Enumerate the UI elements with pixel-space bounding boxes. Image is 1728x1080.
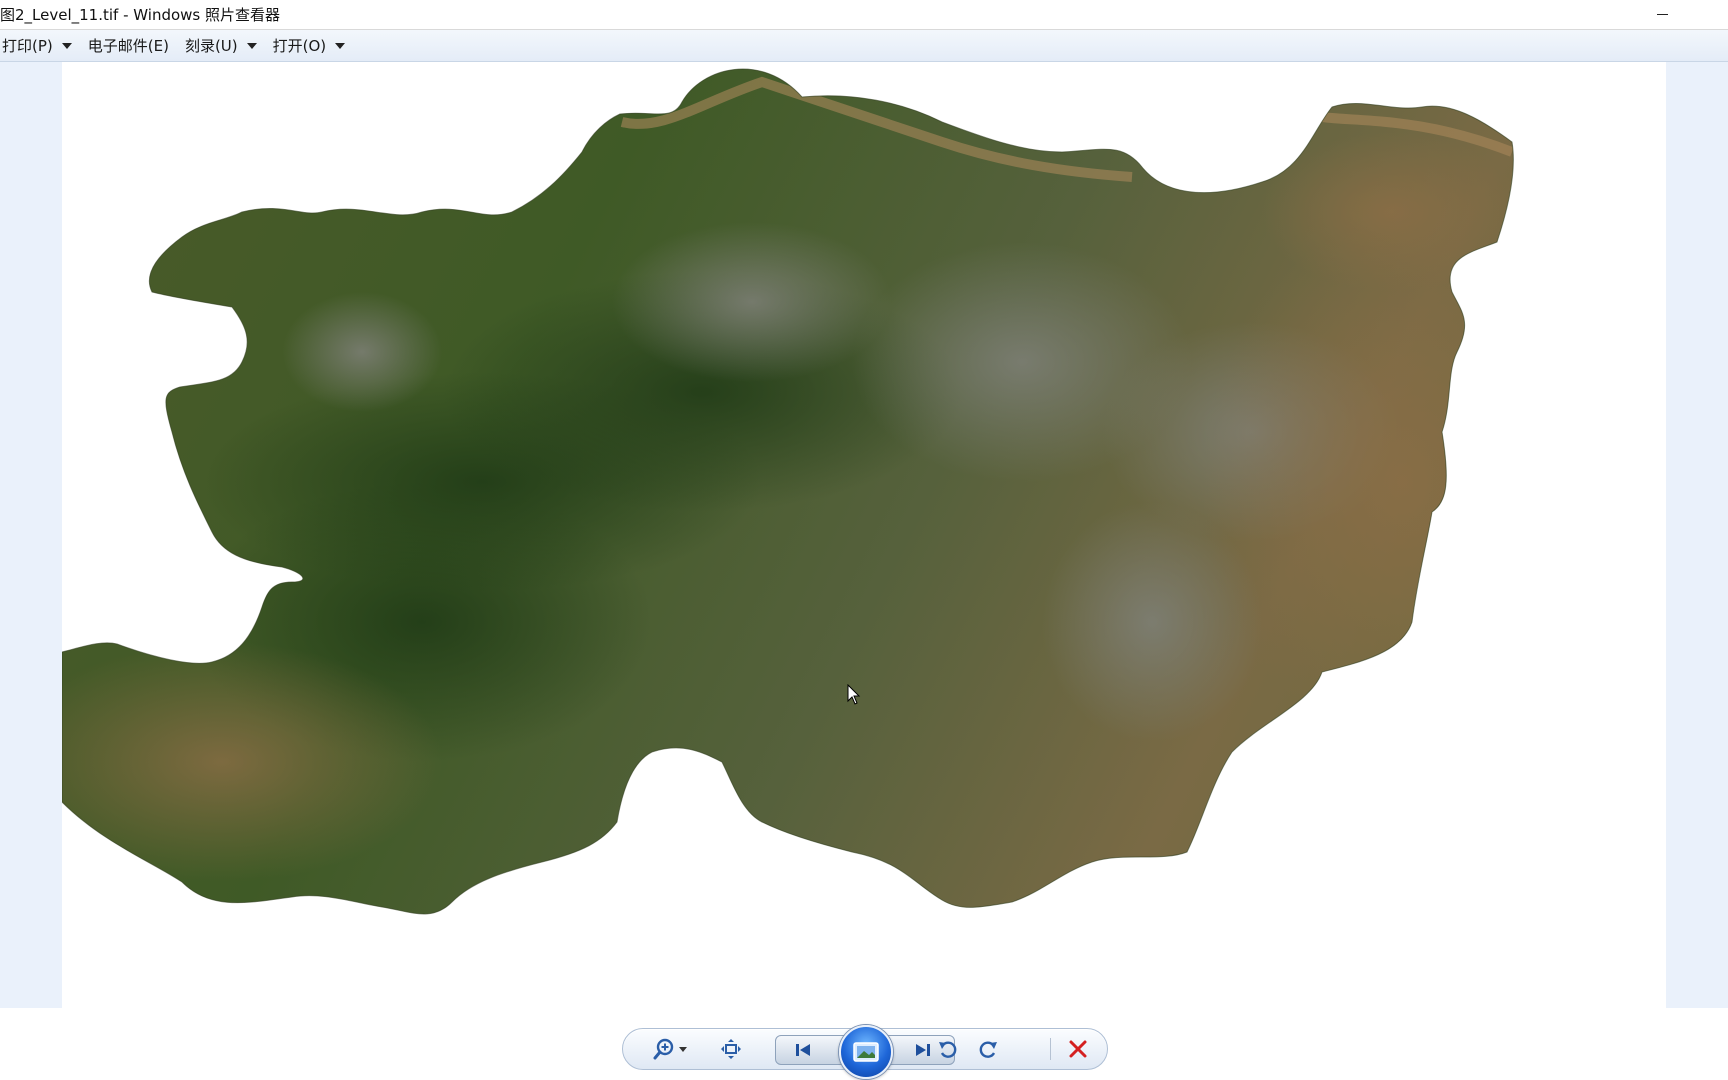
print-menu[interactable]: 打印(P) xyxy=(0,32,76,59)
command-bar: 打印(P) 电子邮件(E) 刻录(U) 打开(O) xyxy=(0,30,1728,62)
displayed-image[interactable] xyxy=(62,62,1666,1008)
zoom-button[interactable] xyxy=(651,1035,693,1063)
title-bar[interactable]: 图2_Level_11.tif - Windows 照片查看器 xyxy=(0,0,1728,30)
chevron-down-icon xyxy=(246,42,257,49)
slideshow-button[interactable] xyxy=(839,1025,893,1079)
actual-size-button[interactable] xyxy=(716,1035,746,1063)
next-icon xyxy=(916,1044,930,1056)
rotate-clockwise-button[interactable] xyxy=(973,1035,1003,1063)
window-title: 图2_Level_11.tif - Windows 照片查看器 xyxy=(0,6,280,24)
slideshow-icon xyxy=(853,1042,879,1062)
open-menu[interactable]: 打开(O) xyxy=(271,32,350,59)
rotate-right-icon xyxy=(979,1041,997,1058)
open-menu-label: 打开(O) xyxy=(272,37,327,55)
fit-window-icon xyxy=(721,1039,741,1059)
viewer-toolbar xyxy=(622,1025,1108,1079)
rotate-left-icon xyxy=(939,1041,957,1058)
chevron-down-icon xyxy=(61,42,72,49)
magnifier-zoom-icon xyxy=(653,1038,687,1060)
rotate-counterclockwise-button[interactable] xyxy=(933,1035,963,1063)
burn-menu[interactable]: 刻录(U) xyxy=(183,32,261,59)
email-menu[interactable]: 电子邮件(E) xyxy=(86,32,173,59)
minimize-icon xyxy=(1656,14,1668,15)
bottom-toolbar-area xyxy=(0,1008,1728,1080)
satellite-map-image xyxy=(62,68,1514,915)
print-menu-label: 打印(P) xyxy=(2,37,53,55)
image-viewport[interactable] xyxy=(0,62,1728,1008)
burn-menu-label: 刻录(U) xyxy=(184,37,238,55)
photo-viewer-window: 图2_Level_11.tif - Windows 照片查看器 打印(P) 电子… xyxy=(0,0,1728,1080)
email-menu-label: 电子邮件(E) xyxy=(87,37,169,55)
delete-x-icon xyxy=(1069,1040,1087,1058)
mouse-pointer-icon xyxy=(847,684,861,705)
previous-button[interactable] xyxy=(788,1036,818,1064)
toolbar-separator xyxy=(1050,1038,1051,1060)
chevron-down-icon xyxy=(335,42,346,49)
minimize-button[interactable] xyxy=(1642,0,1682,29)
delete-button[interactable] xyxy=(1063,1035,1093,1063)
previous-icon xyxy=(796,1044,810,1056)
